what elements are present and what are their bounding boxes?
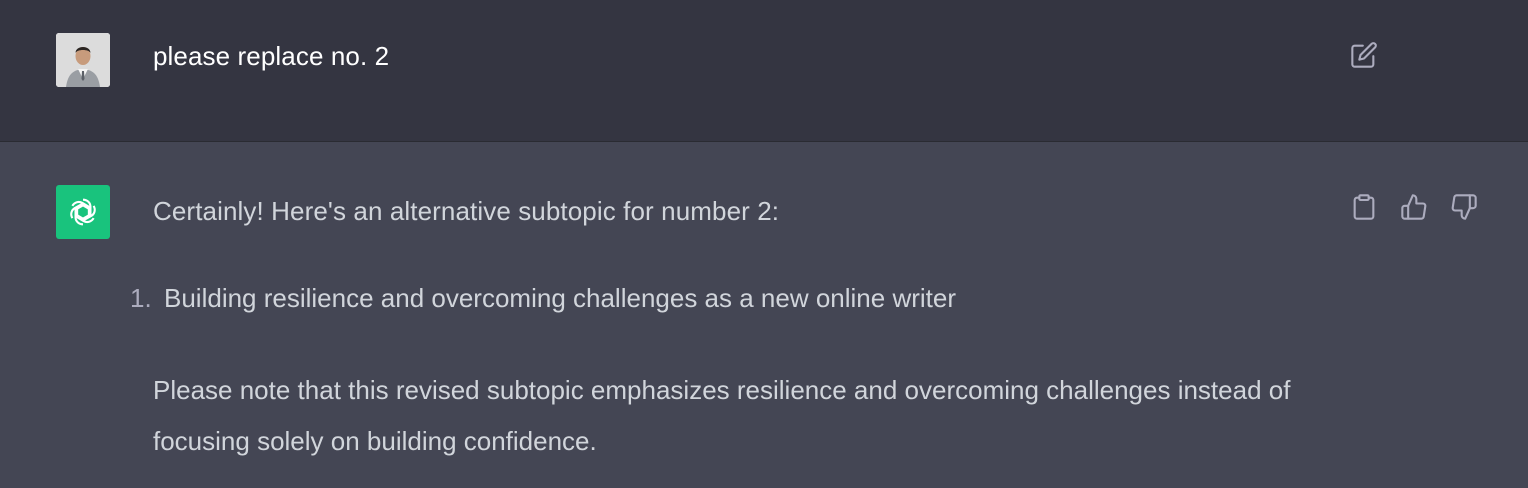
list-item-text: Building resilience and overcoming chall… <box>164 283 956 313</box>
thumbs-down-button[interactable] <box>1449 192 1479 222</box>
thumbs-up-button[interactable] <box>1399 192 1429 222</box>
assistant-message-row: Certainly! Here's an alternative subtopi… <box>0 142 1528 488</box>
thumbs-up-icon <box>1401 194 1427 220</box>
clipboard-icon <box>1353 194 1375 220</box>
user-message-text: please replace no. 2 <box>153 41 390 71</box>
assistant-note-text: Please note that this revised subtopic e… <box>153 375 1291 456</box>
assistant-lead-text: Certainly! Here's an alternative subtopi… <box>153 196 780 226</box>
user-message-row: please replace no. 2 <box>0 0 1528 142</box>
list-item-number: 1. <box>130 283 152 313</box>
user-photo-icon <box>56 33 110 87</box>
copy-button[interactable] <box>1349 192 1379 222</box>
assistant-avatar <box>56 185 110 239</box>
list-item: 1. Building resilience and overcoming ch… <box>130 279 956 317</box>
user-avatar <box>56 33 110 87</box>
edit-icon <box>1351 42 1377 68</box>
openai-logo-icon <box>70 198 96 226</box>
edit-message-button[interactable] <box>1349 40 1379 70</box>
thumbs-down-icon <box>1451 194 1477 220</box>
